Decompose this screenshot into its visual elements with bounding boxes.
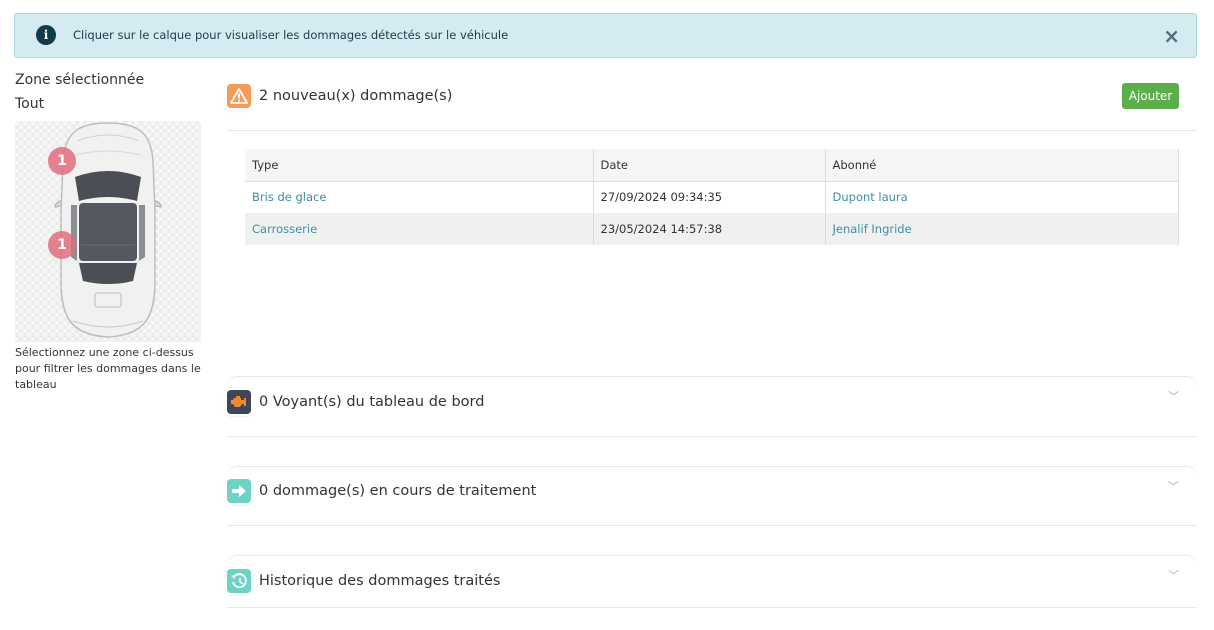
column-header-type[interactable]: Type bbox=[245, 149, 594, 182]
in-progress-header[interactable]: 0 dommage(s) en cours de traitement bbox=[227, 479, 1197, 503]
cell-type[interactable]: Carrosserie bbox=[245, 213, 594, 245]
chevron-down-icon[interactable]: ﹀ bbox=[1168, 388, 1179, 404]
divider bbox=[227, 607, 1197, 608]
zone-title: Zone sélectionnée bbox=[15, 72, 145, 88]
new-damages-title: 2 nouveau(x) dommage(s) bbox=[259, 88, 453, 104]
cell-date: 23/05/2024 14:57:38 bbox=[593, 213, 826, 245]
cell-subscriber[interactable]: Jenalif Ingride bbox=[825, 213, 1179, 245]
divider bbox=[227, 130, 1197, 131]
damages-table: Type Date Abonné Bris de glace 27/09/202… bbox=[245, 149, 1179, 245]
divider bbox=[227, 436, 1197, 437]
history-title: Historique des dommages traités bbox=[259, 573, 501, 589]
section-divider bbox=[227, 376, 1197, 388]
column-header-date[interactable]: Date bbox=[593, 149, 826, 182]
warning-triangle-icon bbox=[227, 84, 251, 108]
section-divider bbox=[227, 466, 1197, 478]
arrow-right-icon bbox=[227, 479, 251, 503]
car-top-view-icon bbox=[54, 122, 162, 338]
zone-value: Tout bbox=[15, 96, 45, 112]
damage-marker-middle[interactable]: 1 bbox=[48, 231, 76, 259]
damage-marker-front[interactable]: 1 bbox=[48, 147, 76, 175]
damage-type-link[interactable]: Bris de glace bbox=[252, 190, 326, 204]
filter-hint: Sélectionnez une zone ci-dessus pour fil… bbox=[15, 346, 201, 391]
cell-date: 27/09/2024 09:34:35 bbox=[593, 181, 826, 213]
new-damages-header: 2 nouveau(x) dommage(s) bbox=[227, 84, 1197, 108]
cell-type[interactable]: Bris de glace bbox=[245, 181, 594, 213]
history-header[interactable]: Historique des dommages traités bbox=[227, 569, 1197, 593]
table-row: Carrosserie 23/05/2024 14:57:38 Jenalif … bbox=[245, 213, 1179, 245]
alert-message: Cliquer sur le calque pour visualiser le… bbox=[73, 28, 509, 42]
car-diagram[interactable]: 1 1 bbox=[15, 121, 201, 342]
damage-type-link[interactable]: Carrosserie bbox=[252, 222, 317, 236]
divider bbox=[227, 525, 1197, 526]
in-progress-title: 0 dommage(s) en cours de traitement bbox=[259, 483, 537, 499]
dashboard-lights-title: 0 Voyant(s) du tableau de bord bbox=[259, 394, 485, 410]
cell-subscriber[interactable]: Dupont laura bbox=[825, 181, 1179, 213]
chevron-down-icon[interactable]: ﹀ bbox=[1168, 567, 1179, 583]
close-icon[interactable]: × bbox=[1163, 24, 1180, 48]
info-alert: i Cliquer sur le calque pour visualiser … bbox=[14, 13, 1197, 58]
section-divider bbox=[227, 555, 1197, 567]
history-icon bbox=[227, 569, 251, 593]
column-header-subscriber[interactable]: Abonné bbox=[825, 149, 1179, 182]
table-header-row: Type Date Abonné bbox=[245, 149, 1179, 182]
dashboard-lights-header[interactable]: 0 Voyant(s) du tableau de bord bbox=[227, 390, 1197, 414]
subscriber-link[interactable]: Dupont laura bbox=[833, 190, 908, 204]
chevron-down-icon[interactable]: ﹀ bbox=[1168, 478, 1179, 494]
add-button[interactable]: Ajouter bbox=[1122, 83, 1179, 109]
table-row: Bris de glace 27/09/2024 09:34:35 Dupont… bbox=[245, 181, 1179, 213]
subscriber-link[interactable]: Jenalif Ingride bbox=[833, 222, 912, 236]
info-icon: i bbox=[36, 25, 56, 45]
engine-light-icon bbox=[227, 390, 251, 414]
zone-sidebar: Zone sélectionnée Tout 1 1 Sélectionnez … bbox=[15, 70, 210, 391]
